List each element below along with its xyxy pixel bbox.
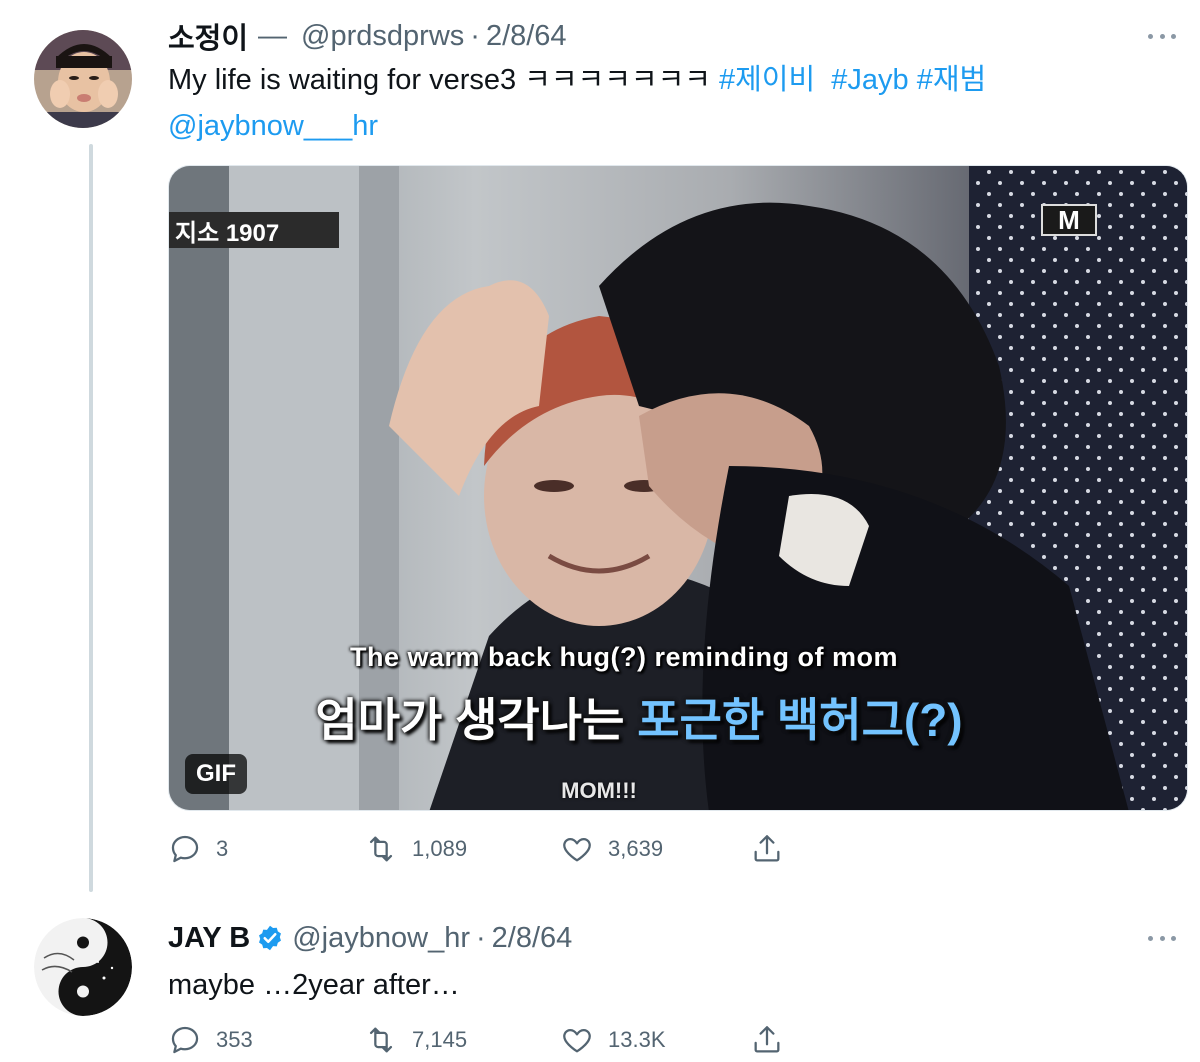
- avatar[interactable]: [34, 918, 132, 1016]
- subtitle-korean-highlight: 포근한 백허그(?): [637, 694, 963, 746]
- hashtag-link[interactable]: #재범: [917, 64, 987, 96]
- name-dash: —: [258, 19, 288, 52]
- handle[interactable]: @prdsdprws: [301, 20, 464, 53]
- avatar-image: [34, 918, 132, 1016]
- more-icon[interactable]: [1142, 926, 1182, 950]
- more-icon[interactable]: [1142, 24, 1182, 48]
- mention-link[interactable]: @jaybnow___hr: [168, 110, 378, 142]
- handle[interactable]: @jaybnow_hr: [292, 922, 470, 955]
- like-count: 13.3K: [608, 1027, 666, 1052]
- tweet[interactable]: JAY B @jaybnow_hr · 2/8/64 maybe …2year …: [0, 900, 1200, 1062]
- gif-media[interactable]: 지소 1907 M The warm back hug(?) reminding…: [168, 165, 1188, 811]
- tweet-header: JAY B @jaybnow_hr · 2/8/64: [168, 918, 1130, 958]
- heart-icon: [563, 837, 591, 862]
- subtitle-korean-plain: 엄마가 생각나는: [315, 694, 638, 746]
- share-button[interactable]: [750, 1020, 798, 1060]
- subtitle-english: The warm back hug(?) reminding of mom: [349, 642, 899, 672]
- share-icon: [754, 1026, 780, 1053]
- reply-count: 3: [216, 836, 229, 861]
- show-logo: 지소 1907: [169, 212, 339, 248]
- action-bar: 353 7,145 13.3K: [168, 1020, 868, 1060]
- hashtag-link[interactable]: #제이비: [719, 64, 815, 96]
- retweet-icon: [369, 1027, 393, 1053]
- reply-button[interactable]: 3: [168, 829, 228, 869]
- retweet-icon: [369, 836, 393, 862]
- tweet-text: My life is waiting for verse3 ㅋㅋㅋㅋㅋㅋㅋ #제…: [168, 57, 1140, 149]
- share-icon: [754, 835, 780, 862]
- share-button[interactable]: [750, 829, 798, 869]
- tweet-text: maybe …2year after…: [168, 969, 460, 1001]
- thread-connector: [89, 144, 93, 892]
- display-name[interactable]: 소정이: [168, 15, 248, 57]
- reply-icon: [171, 1026, 199, 1054]
- retweet-button[interactable]: 7,145: [364, 1020, 467, 1060]
- retweet-count: 7,145: [412, 1027, 468, 1052]
- separator: ·: [476, 921, 486, 954]
- tweet-header: 소정이 — @prdsdprws · 2/8/64: [168, 16, 1130, 56]
- timestamp[interactable]: 2/8/64: [486, 20, 567, 53]
- retweet-count: 1,089: [412, 836, 468, 861]
- reply-icon: [171, 835, 199, 863]
- separator: ·: [470, 19, 480, 52]
- channel-logo: M: [1041, 204, 1097, 236]
- retweet-button[interactable]: 1,089: [364, 829, 467, 869]
- hashtag-link[interactable]: #Jayb: [831, 64, 908, 96]
- action-bar: 3 1,089 3,639: [168, 829, 868, 869]
- subtitle-korean: 엄마가 생각나는 포근한 백허그(?): [209, 684, 1069, 750]
- like-count: 3,639: [608, 836, 664, 861]
- like-button[interactable]: 3,639: [560, 829, 663, 869]
- display-name[interactable]: JAY B: [168, 922, 250, 955]
- reply-count: 353: [216, 1027, 253, 1052]
- like-button[interactable]: 13.3K: [560, 1020, 666, 1060]
- tweet-text-body: My life is waiting for verse3 ㅋㅋㅋㅋㅋㅋㅋ: [168, 64, 719, 96]
- avatar-image: [34, 30, 132, 128]
- heart-icon: [563, 1028, 591, 1053]
- gif-badge: GIF: [185, 754, 247, 794]
- verified-badge-icon: [259, 925, 282, 951]
- avatar[interactable]: [34, 30, 132, 128]
- subtitle-bottom: MOM!!!: [561, 778, 637, 803]
- reply-button[interactable]: 353: [168, 1020, 253, 1060]
- tweet[interactable]: 소정이 — @prdsdprws · 2/8/64 My life is wai…: [0, 0, 1200, 900]
- timestamp[interactable]: 2/8/64: [492, 922, 573, 955]
